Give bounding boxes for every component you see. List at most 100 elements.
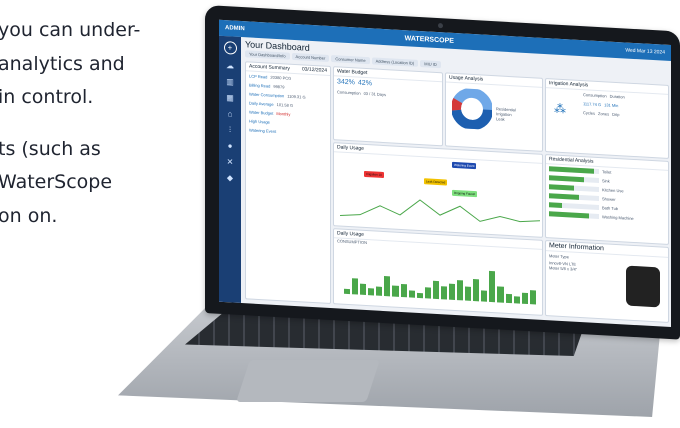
tab-address[interactable]: Address (Location ID) xyxy=(371,57,419,67)
usage-legend: Residential Irrigation Leak xyxy=(496,106,516,122)
residential-label: Bath Tub xyxy=(602,205,619,212)
tab-info[interactable]: Your Dashboard/Info xyxy=(245,50,290,60)
usage-bar xyxy=(392,285,399,297)
usage-bar xyxy=(529,289,536,305)
summary-value: 99879 xyxy=(273,83,285,90)
irrigation-label: Drip xyxy=(612,111,620,118)
water-budget-panel: Water Budget 342% 42% Consumption 03 / 3… xyxy=(333,66,443,147)
summary-label: Daily Average xyxy=(249,100,274,107)
residential-fill xyxy=(549,175,584,183)
usage-bar xyxy=(449,283,456,300)
main-content: Your Dashboard Your Dashboard/Info Accou… xyxy=(245,39,669,325)
add-icon[interactable]: + xyxy=(223,41,237,55)
usage-bar xyxy=(384,276,391,297)
home-icon[interactable]: ⌂ xyxy=(225,109,235,119)
filter-icon[interactable]: ⫶ xyxy=(225,125,235,135)
irrigation-label: Consumption xyxy=(583,92,607,99)
summary-label: Watering Event xyxy=(249,127,277,134)
tab-miu[interactable]: MIU ID xyxy=(420,60,441,69)
residential-fill xyxy=(549,193,579,200)
dashboard-screen: ADMIN WATERSCOPE Wed Mar 13 2024 + ☁ ▥ ▦… xyxy=(219,19,671,328)
irrigation-label: Cycles xyxy=(583,110,596,116)
usage-bar xyxy=(432,280,439,300)
account-summary-date: 03/12/2024 xyxy=(301,66,327,74)
daily-usage-bottom-panel: Daily Usage CONSUMPTION xyxy=(333,228,543,316)
usage-bar xyxy=(497,286,504,303)
map-icon[interactable]: ◆ xyxy=(225,173,235,183)
sidebar: + ☁ ▥ ▦ ⌂ ⫶ ● ✕ ◆ xyxy=(219,35,241,304)
legend-item: Leak xyxy=(496,116,505,122)
usage-analysis-header: Usage Analysis xyxy=(446,73,542,88)
residential-fill xyxy=(549,166,594,174)
trackpad xyxy=(236,360,380,402)
irrigation-duration: 131 Min xyxy=(604,102,619,109)
residential-fill xyxy=(549,202,562,208)
irrigation-analysis-panel: Irrigation Analysis Consumption Duration… xyxy=(545,78,669,159)
grid-icon[interactable]: ▦ xyxy=(225,93,235,103)
usage-bar xyxy=(408,290,415,298)
residential-label: Kitchen Use xyxy=(602,187,624,194)
usage-bar xyxy=(481,290,488,302)
usage-analysis-panel: Usage Analysis Residential Irrigation Le… xyxy=(445,72,543,152)
daily-usage-top-panel: Daily Usage Irrigation 10 Leak Detected … xyxy=(333,142,543,238)
brand-logo: WATERSCOPE xyxy=(404,34,454,45)
summary-label: Water Budget xyxy=(249,109,274,116)
summary-value: Monthly xyxy=(276,110,291,117)
usage-bar xyxy=(521,292,528,305)
account-summary-panel: Account Summary 03/12/2024 LCP Read 20380… xyxy=(245,61,331,305)
sprinkler-icon: ⁂ xyxy=(554,101,566,117)
usage-bar xyxy=(424,287,431,299)
residential-track xyxy=(549,211,599,220)
summary-label: LCP Read xyxy=(249,73,268,80)
meter-info-panel: Meter Information Meter Type Innov8-VN L… xyxy=(545,240,669,323)
usage-bar xyxy=(505,293,512,304)
residential-label: Sink xyxy=(602,178,610,184)
usage-pie-chart xyxy=(452,87,492,130)
usage-bar xyxy=(360,283,367,296)
chart-icon[interactable]: ▥ xyxy=(225,77,235,87)
residential-fill xyxy=(549,184,574,191)
summary-label: High Usage xyxy=(249,118,270,125)
callout-leak: Leak Detected xyxy=(424,178,448,186)
cloud-icon[interactable]: ☁ xyxy=(225,61,235,71)
budget-consumption-label: Consumption xyxy=(337,89,361,96)
summary-label: Water Consumption xyxy=(249,91,285,99)
summary-value: 20380 PCG xyxy=(270,74,292,81)
usage-bar xyxy=(368,287,375,296)
summary-value: 1109.31 G xyxy=(287,93,306,100)
laptop-lid: ADMIN WATERSCOPE Wed Mar 13 2024 + ☁ ▥ ▦… xyxy=(205,5,680,340)
tools-icon[interactable]: ✕ xyxy=(225,157,235,167)
residential-label: Washing Machine xyxy=(602,214,634,221)
daily-usage-line xyxy=(340,199,540,223)
budget-gauge-b: 42% xyxy=(357,79,372,88)
usage-bar xyxy=(352,278,359,295)
callout-irrigation: Irrigation 10 xyxy=(364,170,384,178)
account-summary-title: Account Summary xyxy=(249,63,290,72)
laptop: ADMIN WATERSCOPE Wed Mar 13 2024 + ☁ ▥ ▦… xyxy=(0,0,680,428)
residential-fill xyxy=(549,211,589,219)
callout-watering: Watering Event xyxy=(452,161,477,170)
tab-consumer[interactable]: Consumer Name xyxy=(331,55,370,65)
daily-usage-bars xyxy=(344,258,536,305)
usage-bar xyxy=(465,286,472,301)
usage-bar xyxy=(440,286,448,300)
budget-days: 03 / 31 Days xyxy=(363,90,387,98)
tab-account[interactable]: Account Number xyxy=(291,52,330,62)
camera-icon xyxy=(438,23,443,29)
irrigation-label: Duration xyxy=(609,93,625,100)
residential-analysis-panel: Residential Analysis Toilet Sink Kitchen U… xyxy=(545,154,669,245)
residential-label: Toilet xyxy=(602,169,612,175)
usage-bar xyxy=(344,288,351,295)
residential-label: Shower xyxy=(602,196,616,202)
budget-gauge-a: 342% xyxy=(337,78,355,87)
current-date: Wed Mar 13 2024 xyxy=(625,47,665,56)
drop-icon[interactable]: ● xyxy=(225,141,235,151)
usage-bar xyxy=(513,296,520,304)
usage-bar xyxy=(473,279,480,302)
summary-value: 101.58 G xyxy=(276,102,294,108)
irrigation-consumption: 1117.74 G xyxy=(583,101,602,108)
admin-label: ADMIN xyxy=(225,25,245,33)
usage-line-series xyxy=(340,199,540,223)
residential-list: Toilet Sink Kitchen Use Shower Bath Tub Washi… xyxy=(546,164,668,225)
summary-label: Billing Read xyxy=(249,82,271,89)
